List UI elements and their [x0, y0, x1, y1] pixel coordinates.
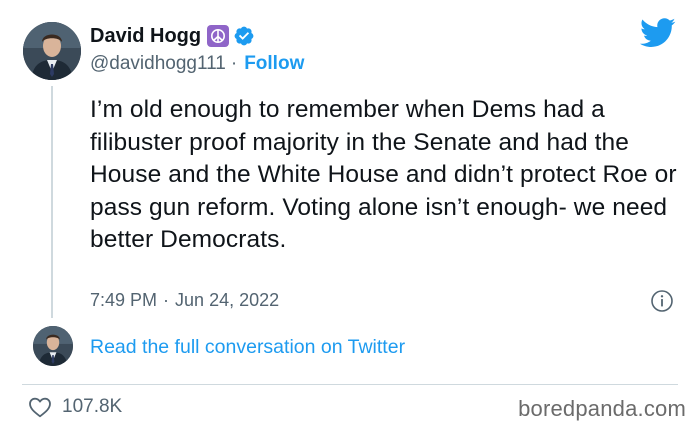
tweet-timestamp[interactable]: 7:49 PM · Jun 24, 2022: [90, 289, 279, 311]
separator-dot: ·: [230, 53, 238, 74]
twitter-bird-icon[interactable]: [640, 18, 676, 48]
author-avatar[interactable]: [23, 22, 81, 80]
read-full-conversation-link[interactable]: Read the full conversation on Twitter: [90, 336, 405, 359]
peace-symbol-icon: [207, 25, 230, 47]
like-action[interactable]: 107.8K: [28, 395, 122, 419]
tweet-time: 7:49 PM: [90, 289, 158, 310]
author-avatar-small[interactable]: [33, 326, 73, 366]
follow-button[interactable]: Follow: [244, 53, 304, 75]
info-icon[interactable]: [650, 289, 674, 313]
author-handle-row: @davidhogg111 · Follow: [90, 52, 304, 76]
author-name-row: David Hogg: [90, 24, 304, 48]
tweet-header: David Hogg @davidhogg111 · Follow: [90, 24, 304, 76]
avatar-image: [33, 326, 73, 366]
heart-icon[interactable]: [28, 396, 52, 418]
watermark: boredpanda.com: [518, 396, 686, 421]
tweet-body-text: I’m old enough to remember when Dems had…: [90, 96, 677, 253]
avatar-image: [23, 22, 81, 80]
divider: [22, 384, 678, 385]
tweet-date: Jun 24, 2022: [175, 289, 280, 310]
author-display-name[interactable]: David Hogg: [90, 25, 201, 48]
author-handle[interactable]: @davidhogg111: [90, 53, 226, 75]
separator-dot: ·: [163, 289, 170, 310]
verified-badge-icon: [234, 26, 254, 46]
like-count: 107.8K: [62, 396, 123, 417]
thread-connector-line: [51, 86, 53, 318]
